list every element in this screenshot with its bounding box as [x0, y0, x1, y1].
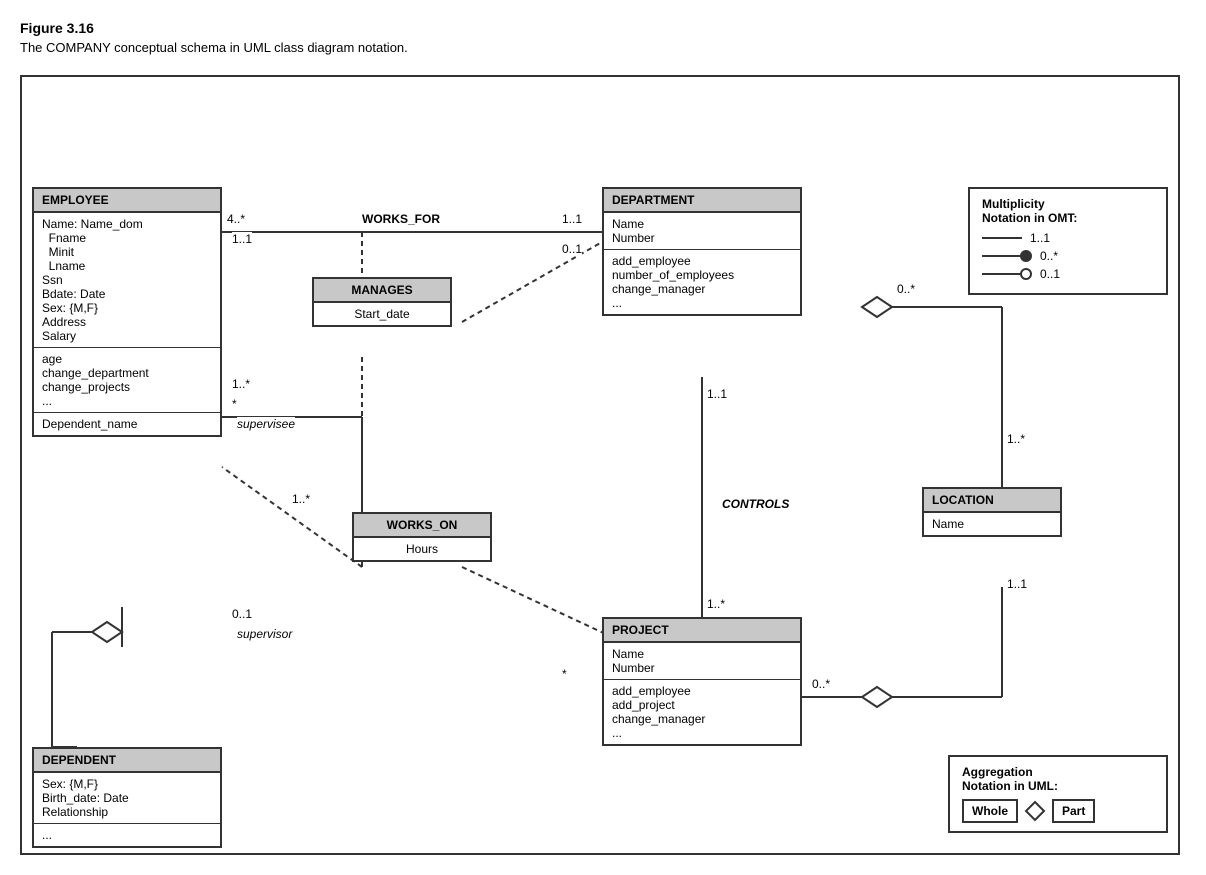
- department-class: DEPARTMENT Name Number add_employee numb…: [602, 187, 802, 316]
- works-on-header: WORKS_ON: [354, 514, 490, 538]
- proj-loc-mult: 0..*: [812, 677, 830, 691]
- notation-label-3: 0..1: [1040, 267, 1060, 281]
- employee-header: EMPLOYEE: [34, 189, 220, 213]
- notation-title: Multiplicity Notation in OMT:: [982, 197, 1154, 225]
- project-section2: add_employee add_project change_manager …: [604, 680, 800, 744]
- supervises-star: *: [232, 397, 237, 411]
- employee-section3: Dependent_name: [34, 413, 220, 435]
- dep-loc-mult: 0..*: [897, 282, 915, 296]
- works-on-section: Hours: [354, 538, 490, 560]
- works-on-emp-mult: 1..*: [292, 492, 310, 506]
- loc-loc-mult: 1..1: [1007, 577, 1027, 591]
- aggregation-notation-box: Aggregation Notation in UML: Whole Part: [948, 755, 1168, 833]
- manages-mult-emp: 1..1: [232, 232, 252, 246]
- controls-dep-mult: 1..1: [707, 387, 727, 401]
- works-on-proj-mult: *: [562, 667, 567, 681]
- project-header: PROJECT: [604, 619, 800, 643]
- employee-section1: Name: Name_dom Fname Minit Lname Ssn Bda…: [34, 213, 220, 348]
- location-section1: Name: [924, 513, 1060, 535]
- employee-section2: age change_department change_projects ..…: [34, 348, 220, 413]
- manages-mult-dep: 0..1: [562, 242, 582, 256]
- aggregation-whole: Whole: [962, 799, 1018, 823]
- manages-section: Start_date: [314, 303, 450, 325]
- figure-title: Figure 3.16: [20, 20, 1186, 36]
- manages-box: MANAGES Start_date: [312, 277, 452, 327]
- loc-dep-mult: 1..*: [1007, 432, 1025, 446]
- dependent-section1: Sex: {M,F} Birth_date: Date Relationship: [34, 773, 220, 824]
- supervises-emp: 1..*: [232, 377, 250, 391]
- aggregation-row: Whole Part: [962, 799, 1154, 823]
- dependent-header: DEPENDENT: [34, 749, 220, 773]
- controls-label: CONTROLS: [722, 497, 789, 511]
- supervises-01: 0..1: [232, 607, 252, 621]
- works-for-mult-dep: 1..1: [562, 212, 582, 226]
- works-on-box: WORKS_ON Hours: [352, 512, 492, 562]
- dependent-section2: ...: [34, 824, 220, 846]
- supervisor-label: supervisor: [237, 627, 292, 641]
- employee-class: EMPLOYEE Name: Name_dom Fname Minit Lnam…: [32, 187, 222, 437]
- aggregation-part: Part: [1052, 799, 1095, 823]
- manages-header: MANAGES: [314, 279, 450, 303]
- diagram-area: EMPLOYEE Name: Name_dom Fname Minit Lnam…: [20, 75, 1180, 855]
- department-section1: Name Number: [604, 213, 800, 250]
- department-header: DEPARTMENT: [604, 189, 800, 213]
- dependent-class: DEPENDENT Sex: {M,F} Birth_date: Date Re…: [32, 747, 222, 848]
- location-class: LOCATION Name: [922, 487, 1062, 537]
- works-for-label: WORKS_FOR: [362, 212, 440, 226]
- project-section1: Name Number: [604, 643, 800, 680]
- aggregation-title: Aggregation Notation in UML:: [962, 765, 1154, 793]
- aggregation-diamond-icon: [1024, 800, 1046, 822]
- notation-plain-line: [982, 237, 1022, 239]
- notation-label-2: 0..*: [1040, 249, 1058, 263]
- notation-row-1: 1..1: [982, 231, 1154, 245]
- supervisee-label: supervisee: [237, 417, 295, 431]
- notation-row-3: 0..1: [982, 267, 1154, 281]
- location-header: LOCATION: [924, 489, 1060, 513]
- works-for-mult-emp: 4..*: [227, 212, 245, 226]
- project-class: PROJECT Name Number add_employee add_pro…: [602, 617, 802, 746]
- notation-label-1: 1..1: [1030, 231, 1050, 245]
- department-section2: add_employee number_of_employees change_…: [604, 250, 800, 314]
- notation-row-2: 0..*: [982, 249, 1154, 263]
- controls-proj-mult: 1..*: [707, 597, 725, 611]
- figure-caption: The COMPANY conceptual schema in UML cla…: [20, 40, 1186, 55]
- multiplicity-notation-box: Multiplicity Notation in OMT: 1..1 0..* …: [968, 187, 1168, 295]
